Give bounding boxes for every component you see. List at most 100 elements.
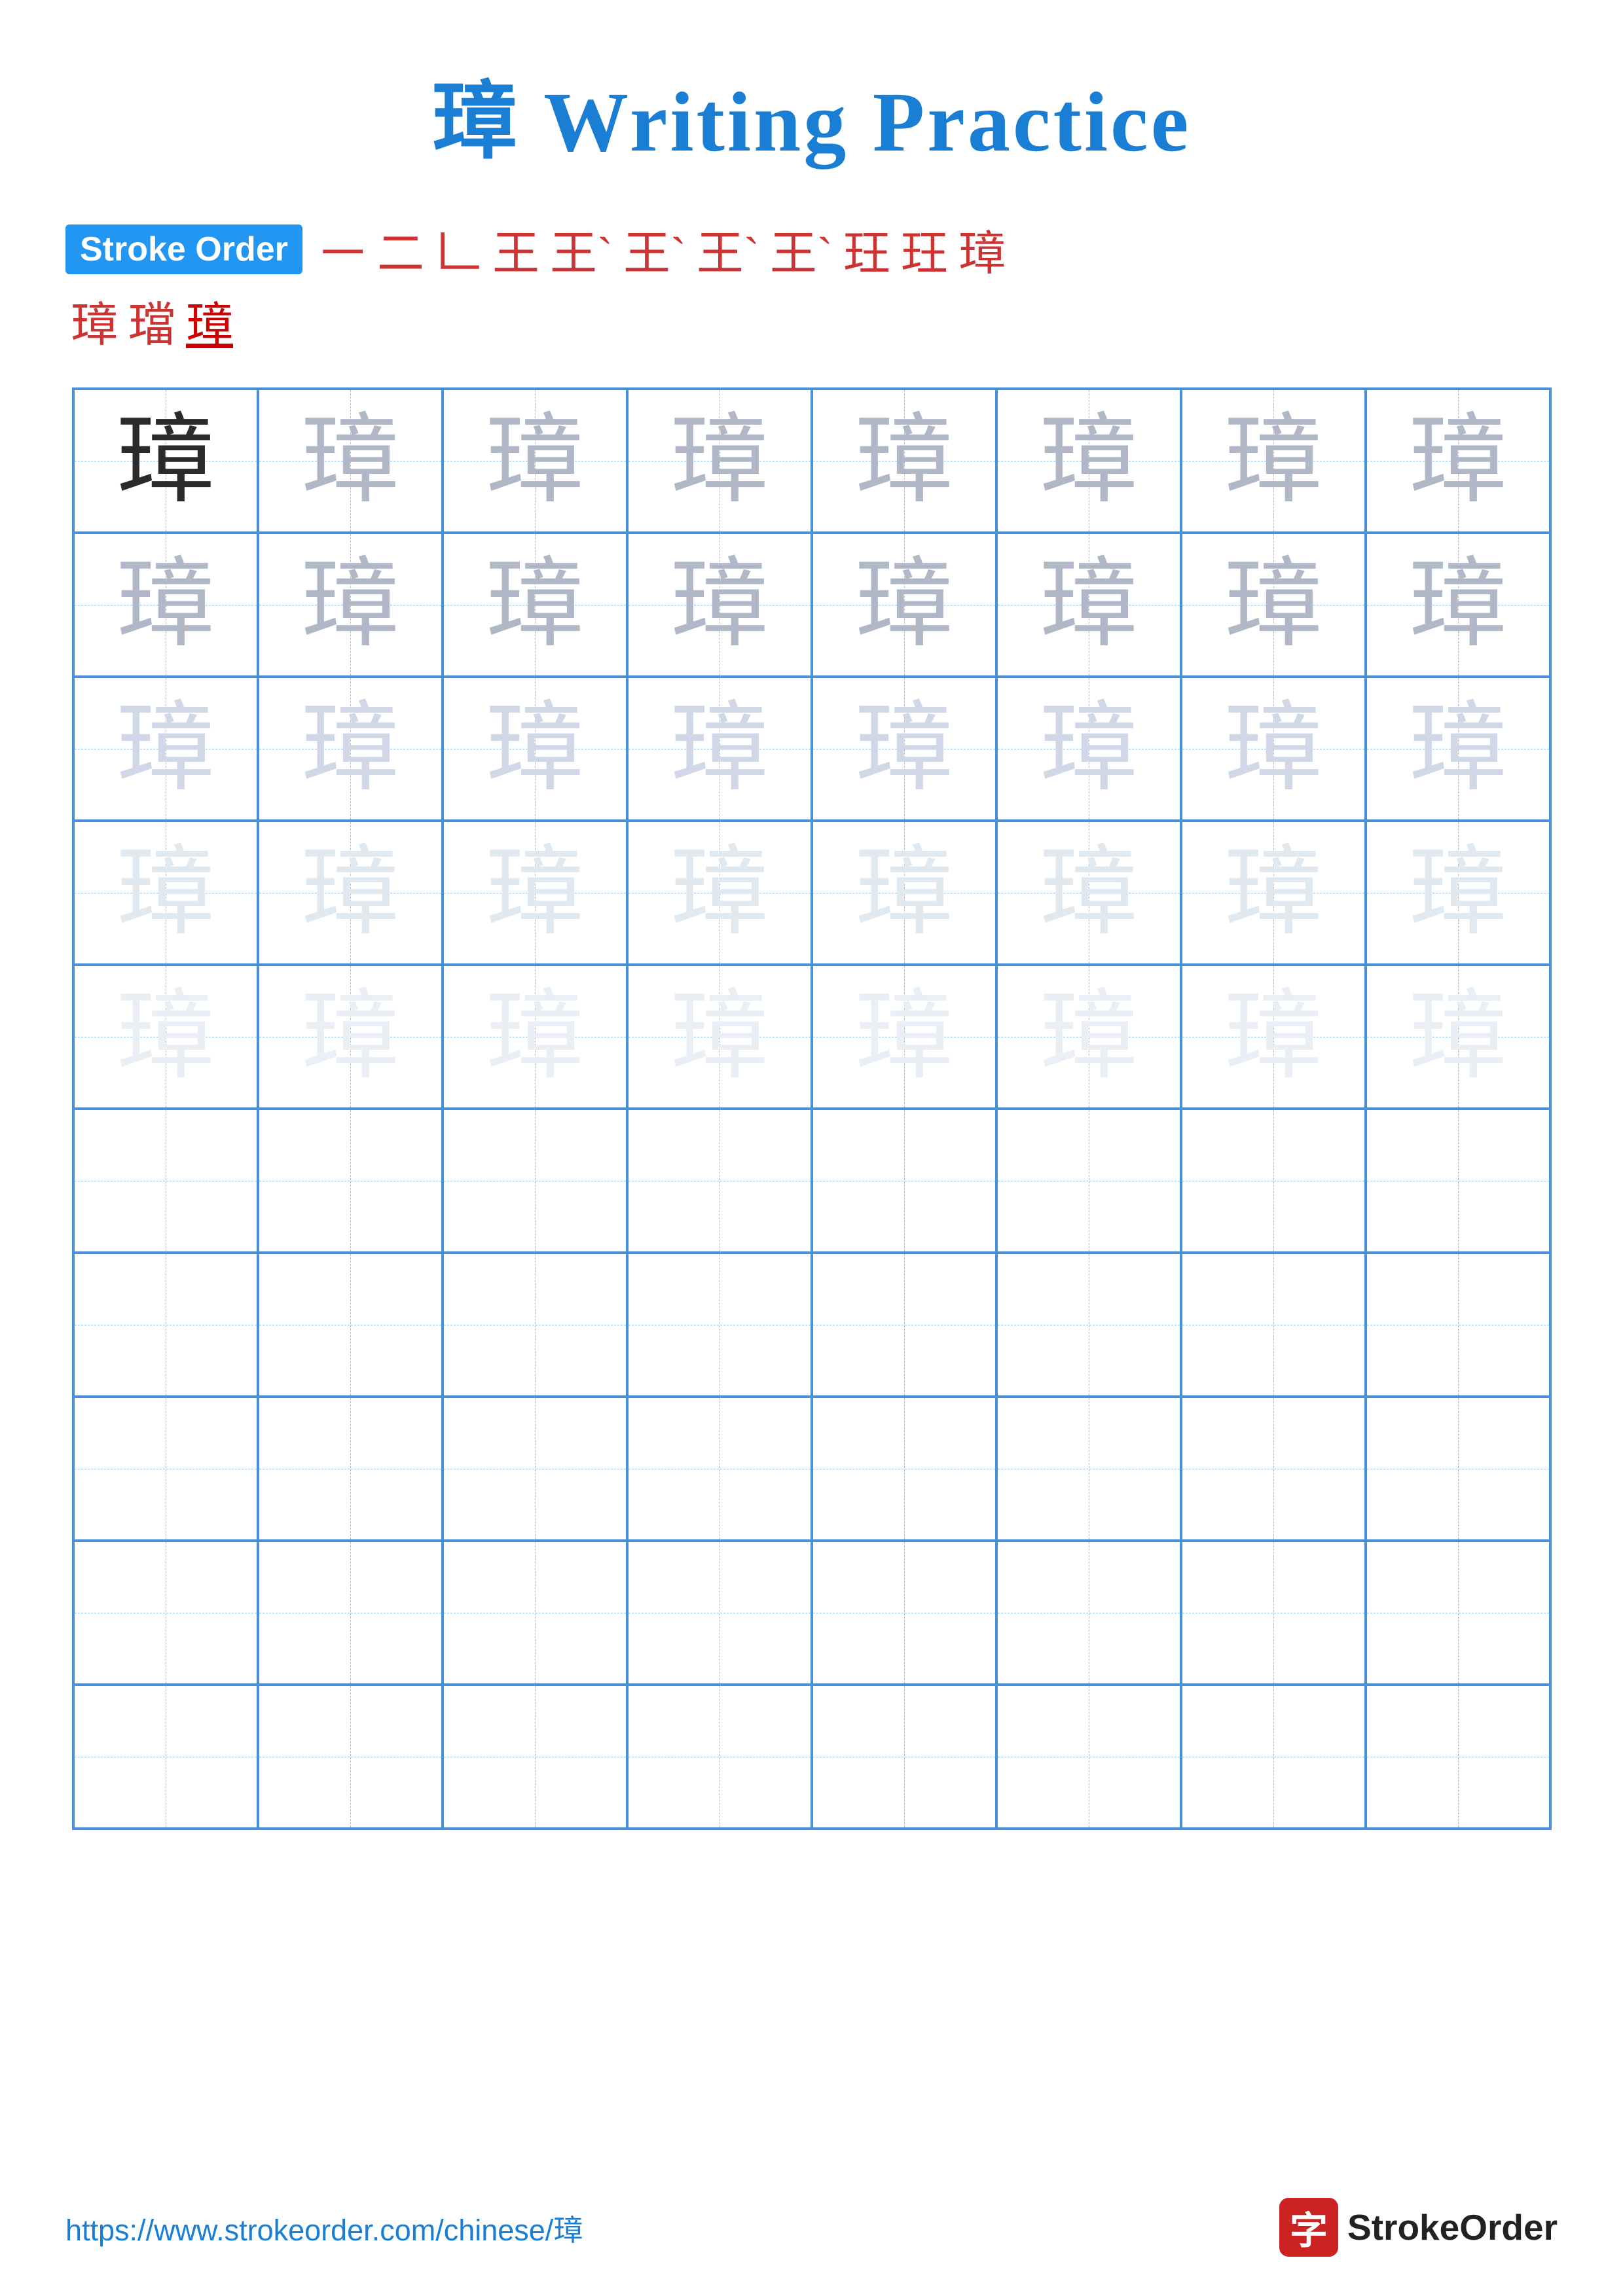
grid-cell-r3c1[interactable]: 璋 bbox=[73, 677, 258, 821]
grid-cell-r2c4[interactable]: 璋 bbox=[627, 533, 812, 677]
grid-cell-r4c7[interactable]: 璋 bbox=[1181, 821, 1366, 965]
grid-cell-r10c1[interactable] bbox=[73, 1685, 258, 1829]
grid-cell-r4c6[interactable]: 璋 bbox=[996, 821, 1181, 965]
grid-cell-r1c8[interactable]: 璋 bbox=[1366, 389, 1550, 533]
grid-cell-r8c3[interactable] bbox=[443, 1397, 627, 1541]
grid-cell-r6c5[interactable] bbox=[812, 1109, 996, 1253]
grid-cell-r10c8[interactable] bbox=[1366, 1685, 1550, 1829]
grid-char: 璋 bbox=[301, 844, 399, 942]
grid-char: 璋 bbox=[116, 412, 214, 510]
grid-cell-r3c6[interactable]: 璋 bbox=[996, 677, 1181, 821]
grid-cell-r1c7[interactable]: 璋 bbox=[1181, 389, 1366, 533]
grid-char: 璋 bbox=[1408, 556, 1506, 654]
grid-cell-r9c7[interactable] bbox=[1181, 1541, 1366, 1685]
logo-icon: 字 bbox=[1279, 2198, 1338, 2257]
grid-cell-r6c6[interactable] bbox=[996, 1109, 1181, 1253]
grid-cell-r5c7[interactable]: 璋 bbox=[1181, 965, 1366, 1109]
grid-cell-r3c7[interactable]: 璋 bbox=[1181, 677, 1366, 821]
grid-cell-r4c8[interactable]: 璋 bbox=[1366, 821, 1550, 965]
grid-cell-r6c8[interactable] bbox=[1366, 1109, 1550, 1253]
grid-cell-r7c1[interactable] bbox=[73, 1253, 258, 1397]
grid-cell-r4c1[interactable]: 璋 bbox=[73, 821, 258, 965]
grid-cell-r7c4[interactable] bbox=[627, 1253, 812, 1397]
grid-char: 璋 bbox=[1039, 988, 1137, 1086]
grid-cell-r9c2[interactable] bbox=[258, 1541, 443, 1685]
grid-cell-r3c2[interactable]: 璋 bbox=[258, 677, 443, 821]
grid-cell-r5c2[interactable]: 璋 bbox=[258, 965, 443, 1109]
logo-text: StrokeOrder bbox=[1347, 2206, 1558, 2248]
grid-cell-r2c8[interactable]: 璋 bbox=[1366, 533, 1550, 677]
grid-cell-r6c4[interactable] bbox=[627, 1109, 812, 1253]
grid-cell-r3c5[interactable]: 璋 bbox=[812, 677, 996, 821]
grid-cell-r1c6[interactable]: 璋 bbox=[996, 389, 1181, 533]
grid-cell-r6c3[interactable] bbox=[443, 1109, 627, 1253]
grid-char: 璋 bbox=[854, 556, 953, 654]
grid-cell-r3c3[interactable]: 璋 bbox=[443, 677, 627, 821]
grid-cell-r7c2[interactable] bbox=[258, 1253, 443, 1397]
grid-cell-r2c7[interactable]: 璋 bbox=[1181, 533, 1366, 677]
grid-cell-r4c3[interactable]: 璋 bbox=[443, 821, 627, 965]
grid-cell-r5c3[interactable]: 璋 bbox=[443, 965, 627, 1109]
grid-cell-r9c5[interactable] bbox=[812, 1541, 996, 1685]
grid-cell-r9c6[interactable] bbox=[996, 1541, 1181, 1685]
grid-cell-r2c2[interactable]: 璋 bbox=[258, 533, 443, 677]
grid-cell-r2c5[interactable]: 璋 bbox=[812, 533, 996, 677]
grid-cell-r1c3[interactable]: 璋 bbox=[443, 389, 627, 533]
footer-url[interactable]: https://www.strokeorder.com/chinese/璋 bbox=[65, 2206, 583, 2249]
grid-cell-r10c2[interactable] bbox=[258, 1685, 443, 1829]
grid-cell-r7c3[interactable] bbox=[443, 1253, 627, 1397]
grid-cell-r6c7[interactable] bbox=[1181, 1109, 1366, 1253]
grid-cell-r7c8[interactable] bbox=[1366, 1253, 1550, 1397]
grid-cell-r8c4[interactable] bbox=[627, 1397, 812, 1541]
grid-cell-r1c2[interactable]: 璋 bbox=[258, 389, 443, 533]
grid-cell-r5c5[interactable]: 璋 bbox=[812, 965, 996, 1109]
grid-cell-r2c6[interactable]: 璋 bbox=[996, 533, 1181, 677]
grid-cell-r3c8[interactable]: 璋 bbox=[1366, 677, 1550, 821]
stroke-11: 璋 bbox=[958, 215, 1006, 283]
grid-cell-r5c1[interactable]: 璋 bbox=[73, 965, 258, 1109]
grid-cell-r10c3[interactable] bbox=[443, 1685, 627, 1829]
grid-char: 璋 bbox=[116, 700, 214, 798]
grid-cell-r9c1[interactable] bbox=[73, 1541, 258, 1685]
grid-cell-r8c2[interactable] bbox=[258, 1397, 443, 1541]
grid-char: 璋 bbox=[1039, 556, 1137, 654]
grid-cell-r4c5[interactable]: 璋 bbox=[812, 821, 996, 965]
grid-char: 璋 bbox=[1224, 988, 1322, 1086]
grid-cell-r9c8[interactable] bbox=[1366, 1541, 1550, 1685]
grid-cell-r8c8[interactable] bbox=[1366, 1397, 1550, 1541]
grid-cell-r10c5[interactable] bbox=[812, 1685, 996, 1829]
grid-cell-r6c1[interactable] bbox=[73, 1109, 258, 1253]
grid-cell-r8c6[interactable] bbox=[996, 1397, 1181, 1541]
grid-char: 璋 bbox=[1039, 844, 1137, 942]
grid-cell-r6c2[interactable] bbox=[258, 1109, 443, 1253]
grid-cell-r2c1[interactable]: 璋 bbox=[73, 533, 258, 677]
grid-cell-r4c4[interactable]: 璋 bbox=[627, 821, 812, 965]
grid-cell-r5c4[interactable]: 璋 bbox=[627, 965, 812, 1109]
grid-cell-r8c1[interactable] bbox=[73, 1397, 258, 1541]
grid-cell-r10c7[interactable] bbox=[1181, 1685, 1366, 1829]
grid-cell-r2c3[interactable]: 璋 bbox=[443, 533, 627, 677]
footer-logo: 字 StrokeOrder bbox=[1279, 2198, 1558, 2257]
grid-cell-r9c4[interactable] bbox=[627, 1541, 812, 1685]
title-suffix: Writing Practice bbox=[520, 75, 1192, 170]
grid-cell-r7c6[interactable] bbox=[996, 1253, 1181, 1397]
grid-cell-r8c5[interactable] bbox=[812, 1397, 996, 1541]
grid-cell-r5c6[interactable]: 璋 bbox=[996, 965, 1181, 1109]
grid-cell-r10c4[interactable] bbox=[627, 1685, 812, 1829]
grid-cell-r8c7[interactable] bbox=[1181, 1397, 1366, 1541]
grid-cell-r1c5[interactable]: 璋 bbox=[812, 389, 996, 533]
grid-cell-r4c2[interactable]: 璋 bbox=[258, 821, 443, 965]
grid-cell-r1c1[interactable]: 璋 bbox=[73, 389, 258, 533]
grid-cell-r7c5[interactable] bbox=[812, 1253, 996, 1397]
grid-cell-r1c4[interactable]: 璋 bbox=[627, 389, 812, 533]
grid-char: 璋 bbox=[854, 988, 953, 1086]
grid-char: 璋 bbox=[1039, 412, 1137, 510]
grid-char: 璋 bbox=[485, 988, 583, 1086]
grid-char: 璋 bbox=[670, 844, 768, 942]
stroke-3: 𠃊 bbox=[435, 215, 482, 283]
grid-cell-r7c7[interactable] bbox=[1181, 1253, 1366, 1397]
grid-cell-r10c6[interactable] bbox=[996, 1685, 1181, 1829]
grid-cell-r5c8[interactable]: 璋 bbox=[1366, 965, 1550, 1109]
grid-cell-r9c3[interactable] bbox=[443, 1541, 627, 1685]
grid-cell-r3c4[interactable]: 璋 bbox=[627, 677, 812, 821]
